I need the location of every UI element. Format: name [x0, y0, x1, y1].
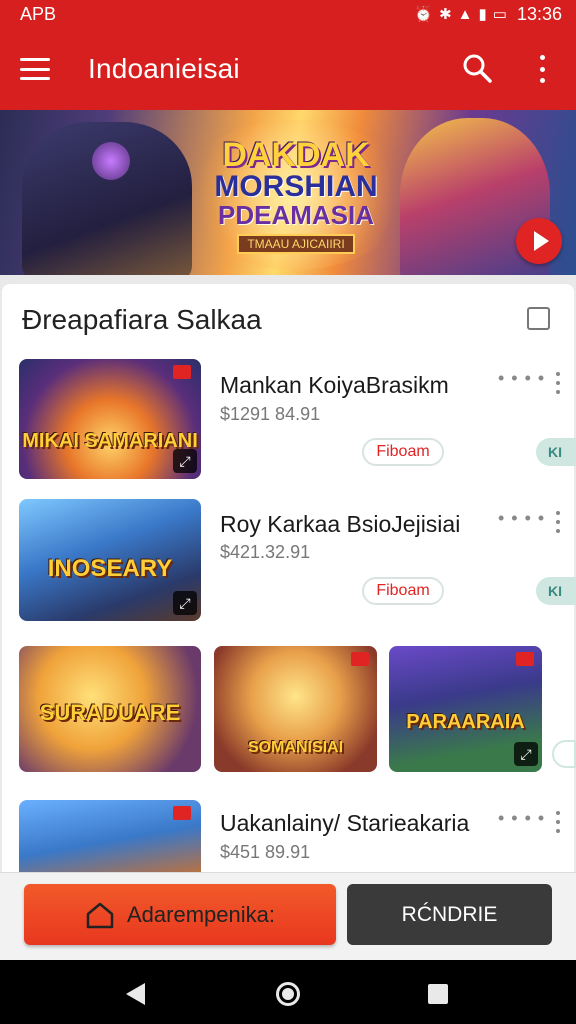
- primary-action-button[interactable]: Adarempenika:: [24, 884, 336, 945]
- banner-logo-tag: TMAAU AJICAIIRI: [237, 234, 355, 254]
- thumbnail-title: SURADUARE: [39, 700, 181, 725]
- wifi-icon: ▲: [457, 5, 473, 23]
- recent-apps-icon[interactable]: [428, 984, 448, 1004]
- search-icon[interactable]: [462, 53, 492, 83]
- primary-action-label: Adarempenika:: [127, 901, 275, 927]
- banner-logo: DAKDAK MORSHIAN PDEAMASIA TMAAU AJICAIIR…: [196, 138, 396, 254]
- secondary-action-button[interactable]: RĆNDRIE: [347, 884, 552, 945]
- banner-logo-line2: MORSHIAN: [214, 170, 378, 203]
- expand-icon[interactable]: ⤢: [173, 591, 197, 615]
- item-action-button[interactable]: Fiboam: [362, 577, 444, 605]
- banner-logo-line1: DAKDAK: [222, 136, 370, 174]
- alarm-icon: ⏰: [414, 6, 434, 23]
- section-title: Đreapafiara Salkaa: [22, 304, 262, 335]
- item-more-icon[interactable]: [555, 511, 561, 533]
- list-item-thumbnail[interactable]: [19, 800, 201, 882]
- app-title: Indoanieisai: [88, 53, 240, 84]
- featured-banner[interactable]: DAKDAK MORSHIAN PDEAMASIA TMAAU AJICAIIR…: [0, 110, 576, 275]
- item-price: $451 89.91: [220, 842, 311, 862]
- item-title[interactable]: Mankan KoiyaBrasikm: [220, 372, 449, 399]
- badge-icon: [173, 365, 191, 379]
- badge-icon: [173, 806, 191, 820]
- expand-icon[interactable]: ⤢: [173, 449, 197, 473]
- clock: 13:36: [516, 3, 562, 24]
- thumbnail-title: MIKAI SAMARIANI: [22, 430, 198, 452]
- side-tab[interactable]: [552, 740, 576, 768]
- status-icons: ⏰ ✱ ▲ ▮ ▭ 13:36: [414, 4, 562, 25]
- hamburger-menu-icon[interactable]: [20, 58, 50, 80]
- badge-icon: [516, 652, 534, 666]
- banner-logo-line3: PDEAMASIA: [217, 200, 374, 230]
- expand-icon[interactable]: ⤢: [514, 742, 538, 766]
- item-title[interactable]: Roy Karkaa BsioJejisiai: [220, 511, 460, 538]
- rating-dots-icon: • • • •: [498, 508, 546, 528]
- thumbnail-title: SOMANISIAI: [247, 739, 344, 756]
- status-bar: APB ⏰ ✱ ▲ ▮ ▭ 13:36: [0, 0, 576, 28]
- banner-hero-knight: [22, 122, 192, 275]
- signal-icon: ▮: [478, 6, 487, 23]
- item-title[interactable]: Uakanlainy/ Starieakaria: [220, 810, 469, 837]
- carrier-label: APB: [20, 3, 57, 24]
- item-price: $421.32.91: [220, 542, 311, 562]
- grid-thumbnail[interactable]: SOMANISIAI: [214, 646, 377, 772]
- grid-thumbnail[interactable]: PARAARAIA ⤢: [389, 646, 542, 772]
- item-price: $1291 84.91: [220, 404, 321, 424]
- rating-dots-icon: • • • •: [498, 808, 546, 828]
- grid-thumbnail[interactable]: SURADUARE: [19, 646, 201, 772]
- bluetooth-icon: ✱: [439, 6, 452, 23]
- list-item-thumbnail[interactable]: INOSEARY ⤢: [19, 499, 201, 621]
- thumbnail-title: INOSEARY: [47, 555, 173, 582]
- select-all-checkbox[interactable]: [527, 307, 550, 330]
- rating-dots-icon: • • • •: [498, 368, 546, 388]
- play-button[interactable]: [516, 218, 562, 264]
- item-more-icon[interactable]: [555, 372, 561, 394]
- back-icon[interactable]: [126, 983, 145, 1005]
- play-icon: [533, 231, 549, 251]
- home-nav-icon[interactable]: [276, 982, 300, 1006]
- badge-icon: [351, 652, 369, 666]
- thumbnail-title: PARAARAIA: [406, 711, 525, 733]
- overflow-menu-icon[interactable]: [530, 55, 554, 83]
- side-tab[interactable]: KI: [536, 577, 576, 605]
- battery-icon: ▭: [492, 6, 507, 23]
- home-icon: [86, 902, 114, 928]
- list-item-thumbnail[interactable]: MIKAI SAMARIANI ⤢: [19, 359, 201, 479]
- app-bar: Indoanieisai: [0, 28, 576, 110]
- side-tab[interactable]: KI: [536, 438, 576, 466]
- item-action-button[interactable]: Fiboam: [362, 438, 444, 466]
- item-more-icon[interactable]: [555, 811, 561, 833]
